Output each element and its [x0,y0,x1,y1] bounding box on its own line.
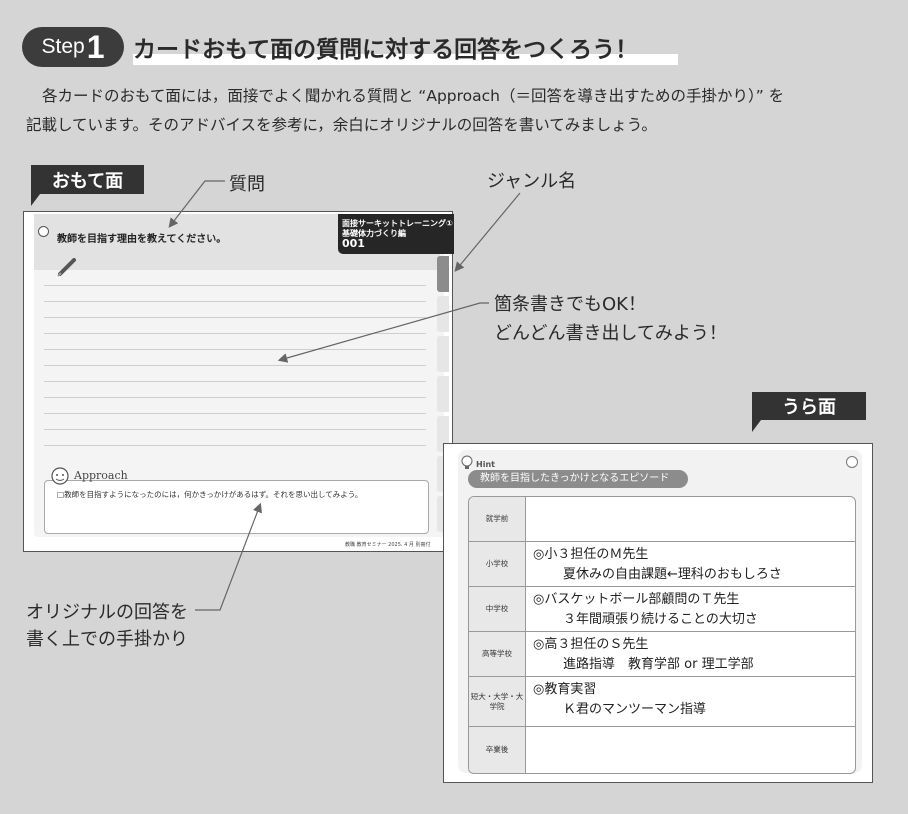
hint-arrow [195,502,262,611]
genre-arrow [454,192,521,272]
callout-arrows [168,180,521,611]
question-arrow [168,180,225,228]
bullet-arrow [277,302,489,363]
